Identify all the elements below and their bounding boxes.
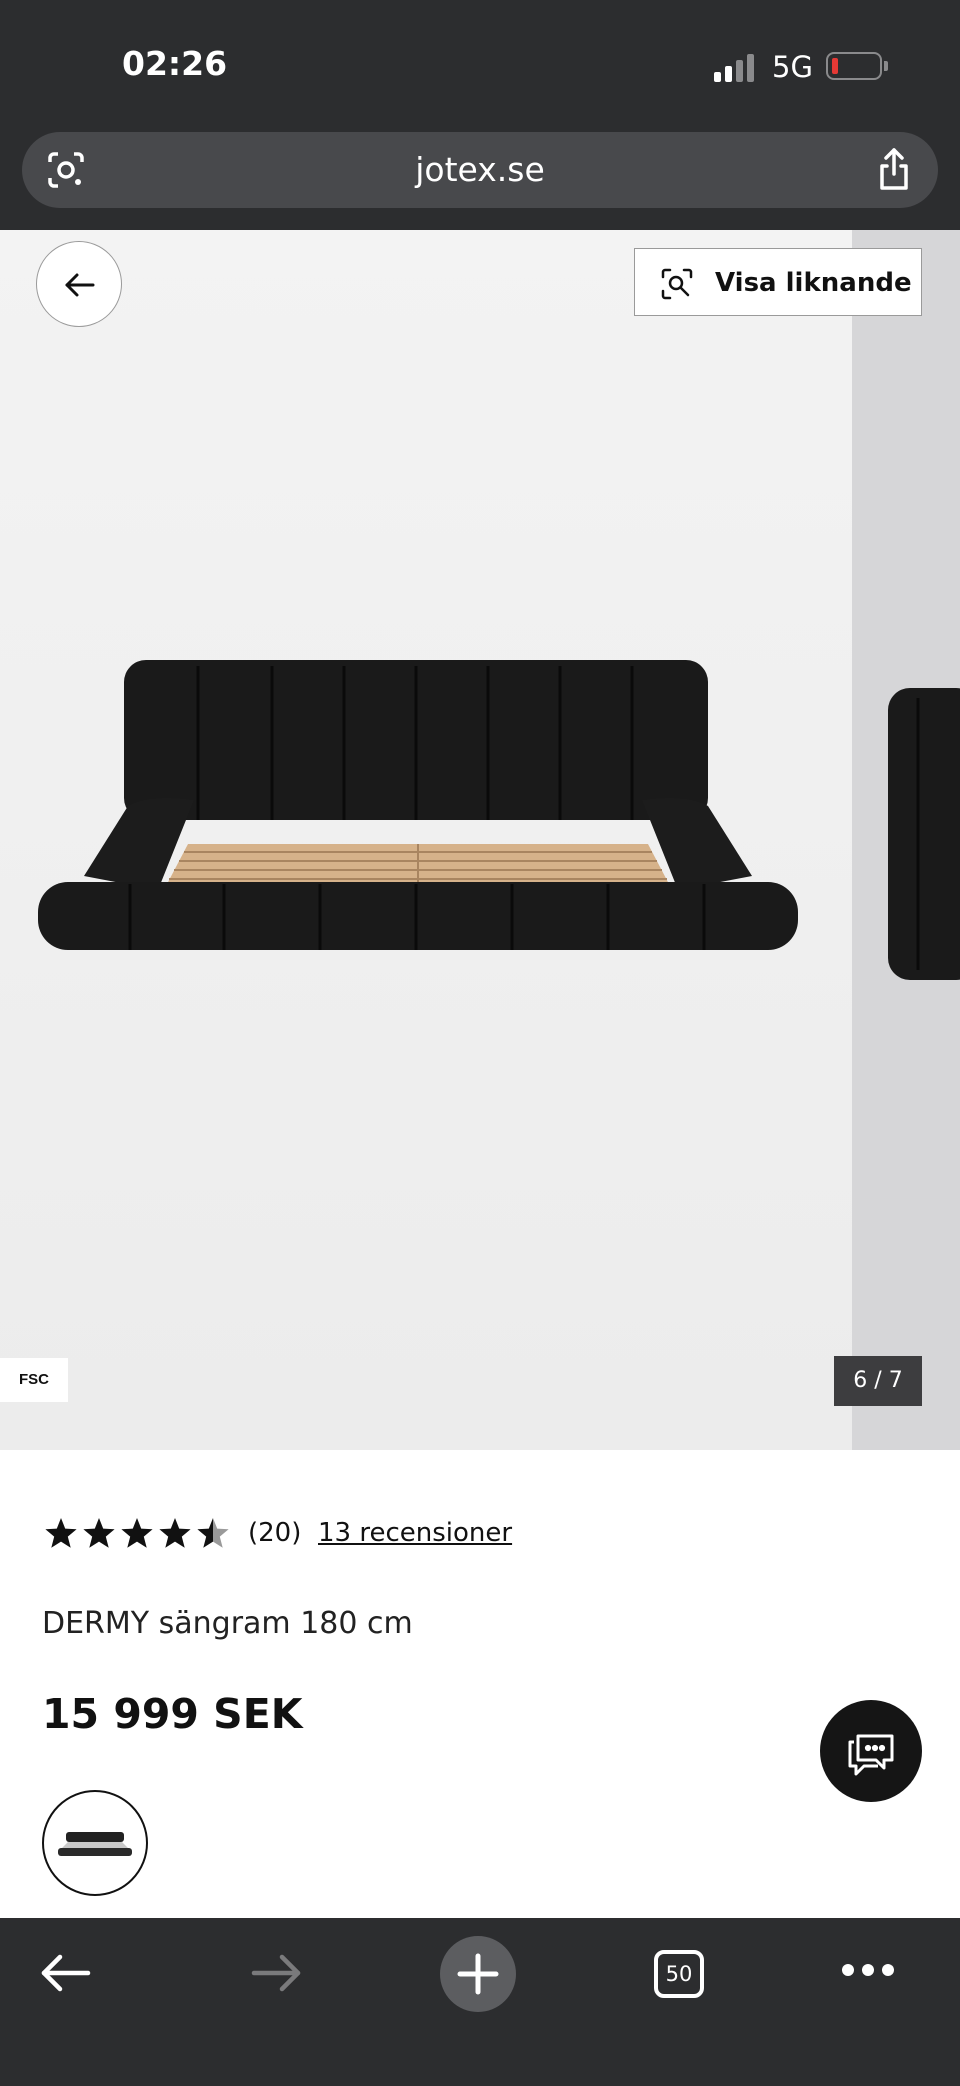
product-price: 15 999 SEK [42, 1690, 303, 1738]
chat-icon [848, 1734, 894, 1776]
next-product-image-peek [888, 688, 960, 980]
variant-thumbnail[interactable] [42, 1790, 148, 1896]
rating-count: (20) [248, 1518, 302, 1548]
reviews-link[interactable]: 13 recensioner [318, 1518, 512, 1548]
tabs-button[interactable]: 50 [654, 1950, 704, 1998]
battery-cap [884, 61, 888, 71]
new-tab-button[interactable] [440, 1936, 516, 2012]
network-type: 5G [772, 50, 813, 84]
address-bar[interactable]: jotex.se [22, 132, 938, 208]
browser-chrome-top: 02:26 5G jotex.se [0, 0, 960, 230]
plus-icon [457, 1953, 499, 1995]
product-info: (20) 13 recensioner DERMY sängram 180 cm… [0, 1450, 960, 1918]
image-pager: 6 / 7 [834, 1356, 922, 1406]
share-icon[interactable] [874, 146, 914, 192]
url-text[interactable]: jotex.se [22, 150, 938, 189]
battery-icon [826, 52, 882, 80]
browser-back-icon[interactable] [38, 1948, 94, 1998]
browser-forward-icon[interactable] [248, 1948, 304, 1998]
rating-stars[interactable] [44, 1517, 230, 1551]
browser-toolbar: 50 [0, 1918, 960, 2086]
fsc-badge: FSC [0, 1358, 68, 1402]
show-similar-label: Visa liknande [715, 268, 912, 298]
product-name: DERMY sängram 180 cm [42, 1606, 413, 1641]
bed-product-image [38, 660, 798, 950]
show-similar-button[interactable]: Visa liknande [634, 248, 922, 316]
bed-thumbnail-image [58, 1832, 132, 1856]
back-button[interactable] [36, 241, 122, 327]
arrow-left-icon [65, 273, 95, 297]
product-gallery[interactable]: Visa liknande FSC 6 / 7 [0, 230, 960, 1450]
chat-button[interactable] [820, 1700, 922, 1802]
more-options-icon[interactable] [840, 1962, 896, 1978]
status-time: 02:26 [122, 44, 228, 83]
signal-icon [714, 54, 754, 82]
visual-search-icon [661, 268, 693, 300]
